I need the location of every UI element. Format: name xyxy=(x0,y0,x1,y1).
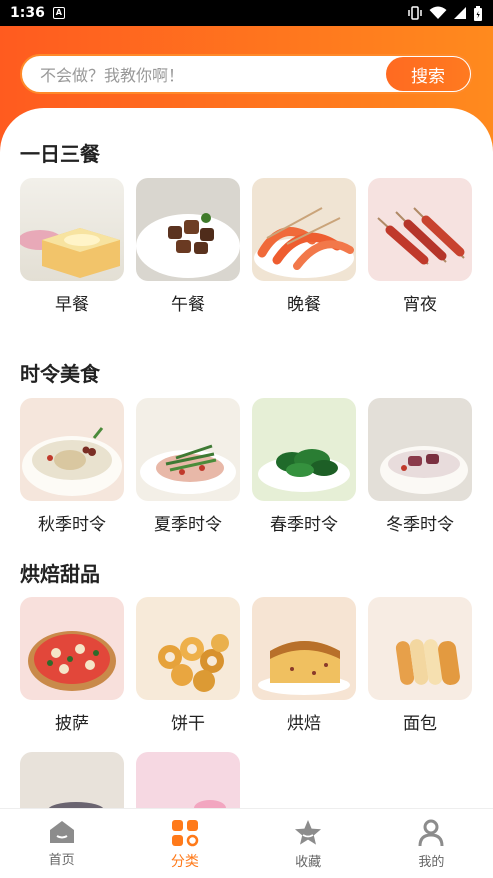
status-icons xyxy=(407,5,483,21)
tab-home[interactable]: 首页 xyxy=(0,809,123,878)
category-tile-partial-2[interactable] xyxy=(136,752,240,808)
tab-category[interactable]: 分类 xyxy=(123,809,246,878)
section-title-meals: 一日三餐 xyxy=(20,142,100,166)
category-label: 午餐 xyxy=(171,295,205,315)
notification-a-icon: A xyxy=(52,7,65,19)
wifi-icon xyxy=(429,6,447,19)
category-label: 冬季时令 xyxy=(386,515,454,535)
category-label: 夏季时令 xyxy=(154,515,222,535)
category-label: 披萨 xyxy=(55,714,89,734)
pizza-image xyxy=(20,597,124,700)
spring-image xyxy=(252,398,356,501)
search-input[interactable]: 不会做？我教你啊！ xyxy=(40,62,386,86)
baking-image xyxy=(252,597,356,700)
battery-icon xyxy=(474,5,482,21)
bottom-tab-bar: 首页 分类 收藏 我的 xyxy=(0,808,493,878)
category-label: 饼干 xyxy=(171,714,205,734)
category-tile-bread[interactable]: 面包 xyxy=(368,597,472,734)
category-label: 烘焙 xyxy=(287,714,321,734)
signal-icon xyxy=(454,7,466,19)
home-icon xyxy=(49,821,74,843)
category-tile-pizza[interactable]: 披萨 xyxy=(20,597,124,734)
category-icon xyxy=(171,820,199,847)
bread-image xyxy=(368,597,472,700)
category-tile-dinner[interactable]: 晚餐 xyxy=(252,178,356,315)
late-night-image xyxy=(368,178,472,281)
user-icon xyxy=(418,819,444,847)
category-tile-baking[interactable]: 烘焙 xyxy=(252,597,356,734)
category-tile-summer[interactable]: 夏季时令 xyxy=(136,398,240,535)
category-label: 面包 xyxy=(403,714,437,734)
category-label: 晚餐 xyxy=(287,295,321,315)
category-tile-cookies[interactable]: 饼干 xyxy=(136,597,240,734)
winter-image xyxy=(368,398,472,501)
search-bar[interactable]: 不会做？我教你啊！ 搜索 xyxy=(20,54,473,94)
category-tile-autumn[interactable]: 秋季时令 xyxy=(20,398,124,535)
section-title-baking: 烘焙甜品 xyxy=(20,562,100,586)
star-icon xyxy=(295,820,322,845)
dinner-image xyxy=(252,178,356,281)
search-button[interactable]: 搜索 xyxy=(386,57,470,91)
autumn-image xyxy=(20,398,124,501)
category-tile-late-night[interactable]: 宵夜 xyxy=(368,178,472,315)
tab-home-label: 首页 xyxy=(48,853,75,868)
section-title-seasonal: 时令美食 xyxy=(20,362,100,386)
category-tile-breakfast[interactable]: 早餐 xyxy=(20,178,124,315)
category-label: 秋季时令 xyxy=(38,515,106,535)
status-time: 1:36 xyxy=(10,5,45,21)
category-label: 早餐 xyxy=(55,295,89,315)
category-tile-partial-1[interactable] xyxy=(20,752,124,808)
tab-favorites[interactable]: 收藏 xyxy=(247,809,370,878)
tab-mine-label: 我的 xyxy=(418,855,445,870)
tab-mine[interactable]: 我的 xyxy=(370,809,493,878)
cookies-image xyxy=(136,597,240,700)
lunch-image xyxy=(136,178,240,281)
status-bar: 1:36 A xyxy=(0,0,493,26)
summer-image xyxy=(136,398,240,501)
category-label: 宵夜 xyxy=(403,295,437,315)
category-content[interactable]: 一日三餐 早餐 午餐 晚餐 宵夜 时令美食 秋季时令 夏季时令 春季时令 冬季时… xyxy=(0,108,493,808)
partial-image-2 xyxy=(136,752,240,808)
category-label: 春季时令 xyxy=(270,515,338,535)
category-tile-spring[interactable]: 春季时令 xyxy=(252,398,356,535)
partial-image-1 xyxy=(20,752,124,808)
vibrate-icon xyxy=(408,6,422,20)
category-tile-lunch[interactable]: 午餐 xyxy=(136,178,240,315)
category-tile-winter[interactable]: 冬季时令 xyxy=(368,398,472,535)
breakfast-image xyxy=(20,178,124,281)
tab-category-label: 分类 xyxy=(170,854,199,870)
tab-favorites-label: 收藏 xyxy=(295,855,322,870)
